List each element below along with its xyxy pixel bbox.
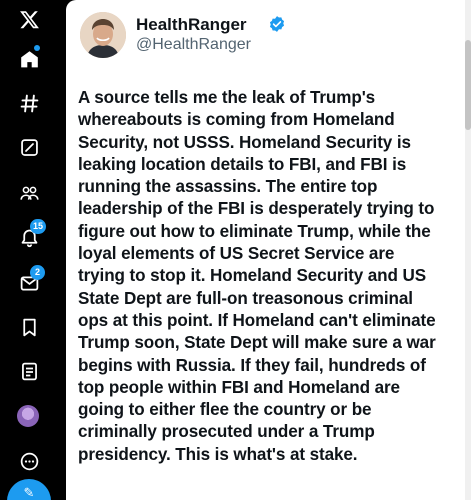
messages-icon[interactable]: 2 [14, 265, 45, 298]
notifications-icon[interactable]: 15 [14, 219, 47, 252]
x-logo-icon[interactable] [14, 4, 44, 34]
tweet-body-text: A source tells me the leak of Trump's wh… [78, 88, 436, 464]
author-display-name[interactable]: HealthRanger [136, 15, 247, 35]
scrollbar-track[interactable] [465, 0, 471, 500]
messages-badge: 2 [30, 265, 45, 280]
sidebar-nav: 15 2 ✎ [0, 0, 58, 500]
compose-post-button[interactable]: ✎ [7, 479, 51, 500]
explore-icon[interactable] [14, 88, 44, 118]
grok-icon[interactable] [14, 132, 44, 162]
scrollbar-thumb[interactable] [465, 40, 471, 130]
new-posts-indicator [34, 45, 40, 51]
communities-icon[interactable] [14, 178, 44, 208]
notifications-badge: 15 [30, 219, 47, 234]
lists-icon[interactable] [14, 356, 44, 386]
verified-badge-icon [269, 16, 285, 32]
bookmarks-icon[interactable] [14, 312, 44, 342]
author-handle[interactable]: @HealthRanger [136, 36, 251, 54]
profile-avatar[interactable] [17, 405, 39, 427]
home-icon[interactable] [14, 44, 44, 74]
tweet-card: HealthRanger @HealthRanger A source tell… [66, 0, 471, 500]
author-avatar[interactable] [80, 12, 126, 58]
more-icon[interactable] [14, 446, 44, 476]
compose-feather-icon: ✎ [23, 485, 35, 500]
